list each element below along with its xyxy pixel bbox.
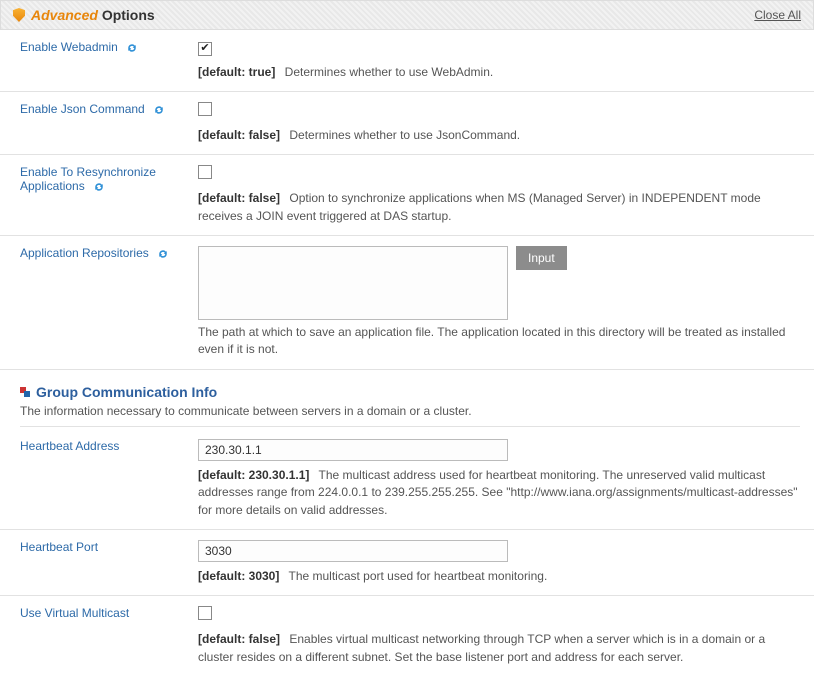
- label-enable-resync: Enable To Resynchronize Applications: [20, 165, 198, 225]
- description-text: Enables virtual multicast networking thr…: [198, 632, 765, 663]
- default-value: [default: true]: [198, 65, 275, 79]
- row-use-virtual-multicast: Use Virtual Multicast [default: false] E…: [0, 596, 814, 676]
- refresh-icon[interactable]: [152, 104, 166, 116]
- default-value: [default: false]: [198, 128, 280, 142]
- section-subtitle: The information necessary to communicate…: [20, 404, 800, 427]
- default-value: [default: 3030]: [198, 569, 279, 583]
- section-group-comm: Group Communication Info The information…: [0, 370, 814, 429]
- title-options: Options: [102, 7, 155, 23]
- default-value: [default: false]: [198, 191, 280, 205]
- default-value: [default: false]: [198, 632, 280, 646]
- checkbox-use-virtual-multicast[interactable]: [198, 606, 212, 620]
- description-text: Option to synchronize applications when …: [198, 191, 761, 222]
- label-text: Enable To Resynchronize Applications: [20, 165, 156, 193]
- label-text: Application Repositories: [20, 246, 149, 260]
- refresh-icon[interactable]: [92, 181, 106, 193]
- checkbox-enable-json[interactable]: [198, 102, 212, 116]
- label-heartbeat-port: Heartbeat Port: [20, 540, 198, 585]
- section-icon: [20, 387, 30, 397]
- label-app-repos: Application Repositories: [20, 246, 198, 359]
- row-heartbeat-port: Heartbeat Port [default: 3030] The multi…: [0, 530, 814, 596]
- checkbox-enable-webadmin[interactable]: [198, 42, 212, 56]
- label-text: Enable Webadmin: [20, 40, 118, 54]
- description-text: Determines whether to use WebAdmin.: [285, 65, 494, 79]
- title-advanced: Advanced: [31, 7, 98, 23]
- checkbox-enable-resync[interactable]: [198, 165, 212, 179]
- shield-icon: [13, 8, 25, 22]
- row-app-repos: Application Repositories Input The path …: [0, 236, 814, 370]
- refresh-icon[interactable]: [156, 248, 170, 260]
- app-repos-textarea[interactable]: [198, 246, 508, 320]
- heartbeat-port-input[interactable]: [198, 540, 508, 562]
- row-enable-json: Enable Json Command [default: false] Det…: [0, 92, 814, 155]
- row-enable-resync: Enable To Resynchronize Applications [de…: [0, 155, 814, 236]
- advanced-options-title: Advanced Options: [13, 7, 155, 23]
- label-use-virtual-multicast: Use Virtual Multicast: [20, 606, 198, 666]
- label-heartbeat-address: Heartbeat Address: [20, 439, 198, 519]
- default-value: [default: 230.30.1.1]: [198, 468, 309, 482]
- heartbeat-address-input[interactable]: [198, 439, 508, 461]
- row-heartbeat-address: Heartbeat Address [default: 230.30.1.1] …: [0, 429, 814, 530]
- description-text: Determines whether to use JsonCommand.: [289, 128, 520, 142]
- close-all-link[interactable]: Close All: [754, 8, 801, 22]
- label-enable-json: Enable Json Command: [20, 102, 198, 144]
- label-enable-webadmin: Enable Webadmin: [20, 40, 198, 81]
- label-text: Enable Json Command: [20, 102, 145, 116]
- advanced-options-header: Advanced Options Close All: [0, 0, 814, 30]
- description-text: The multicast port used for heartbeat mo…: [288, 569, 547, 583]
- section-title: Group Communication Info: [36, 384, 217, 400]
- refresh-icon[interactable]: [125, 42, 139, 54]
- row-enable-webadmin: Enable Webadmin [default: true] Determin…: [0, 30, 814, 92]
- description-text: The path at which to save an application…: [198, 324, 800, 359]
- input-button[interactable]: Input: [516, 246, 567, 270]
